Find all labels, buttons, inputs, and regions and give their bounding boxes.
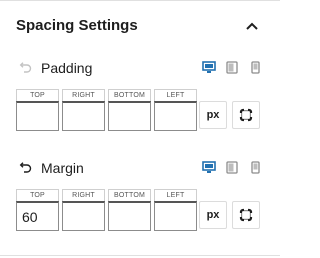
margin-right-label: RIGHT [62,189,105,201]
margin-top-label: TOP [16,189,59,201]
desktop-icon [202,60,216,73]
padding-bottom-input[interactable] [108,101,151,131]
margin-left-input[interactable] [154,201,197,231]
panel-divider-top [0,0,280,1]
padding-link-button[interactable] [232,101,260,129]
link-values-icon [238,207,254,223]
padding-unit-button[interactable]: px [199,101,227,129]
margin-reset-button[interactable] [18,161,32,175]
collapse-toggle[interactable] [242,16,262,36]
reset-arrow-icon [19,62,32,73]
link-values-icon [238,107,254,123]
padding-device-desktop[interactable] [202,60,216,74]
margin-right-input[interactable] [62,201,105,231]
margin-device-switcher [202,160,262,174]
mobile-icon [250,160,260,174]
margin-device-desktop[interactable] [202,160,216,174]
margin-top-input[interactable] [16,201,59,231]
padding-top-label: TOP [16,89,59,101]
mobile-icon [250,60,260,74]
margin-left-label: LEFT [154,189,197,201]
padding-device-mobile[interactable] [248,60,262,74]
padding-left-field: LEFT [154,89,197,131]
padding-fields: TOP RIGHT BOTTOM LEFT [16,89,197,131]
margin-fields: TOP RIGHT BOTTOM LEFT [16,189,197,231]
margin-bottom-field: BOTTOM [108,189,151,231]
padding-right-label: RIGHT [62,89,105,101]
padding-label: Padding [41,60,93,76]
padding-device-switcher [202,60,262,74]
padding-device-tablet[interactable] [225,60,239,74]
tablet-icon [226,60,238,74]
padding-right-field: RIGHT [62,89,105,131]
tablet-icon [226,160,238,174]
reset-arrow-icon [19,162,32,173]
margin-top-field: TOP [16,189,59,231]
margin-bottom-label: BOTTOM [108,189,151,201]
padding-left-input[interactable] [154,101,197,131]
margin-device-mobile[interactable] [248,160,262,174]
padding-right-input[interactable] [62,101,105,131]
padding-bottom-label: BOTTOM [108,89,151,101]
margin-device-tablet[interactable] [225,160,239,174]
margin-label: Margin [41,160,84,176]
desktop-icon [202,160,216,173]
padding-bottom-field: BOTTOM [108,89,151,131]
panel-title: Spacing Settings [16,17,138,34]
panel-divider-bottom [0,255,280,256]
margin-unit-button[interactable]: px [199,201,227,229]
spacing-settings-panel: Spacing Settings Padding TOP RIGHT BOTTO… [0,0,280,258]
padding-left-label: LEFT [154,89,197,101]
padding-top-input[interactable] [16,101,59,131]
margin-link-button[interactable] [232,201,260,229]
margin-left-field: LEFT [154,189,197,231]
padding-top-field: TOP [16,89,59,131]
margin-bottom-input[interactable] [108,201,151,231]
margin-right-field: RIGHT [62,189,105,231]
padding-reset-button[interactable] [18,61,32,75]
padding-row: Padding [18,60,92,76]
chevron-up-icon [246,22,258,30]
margin-row: Margin [18,160,84,176]
